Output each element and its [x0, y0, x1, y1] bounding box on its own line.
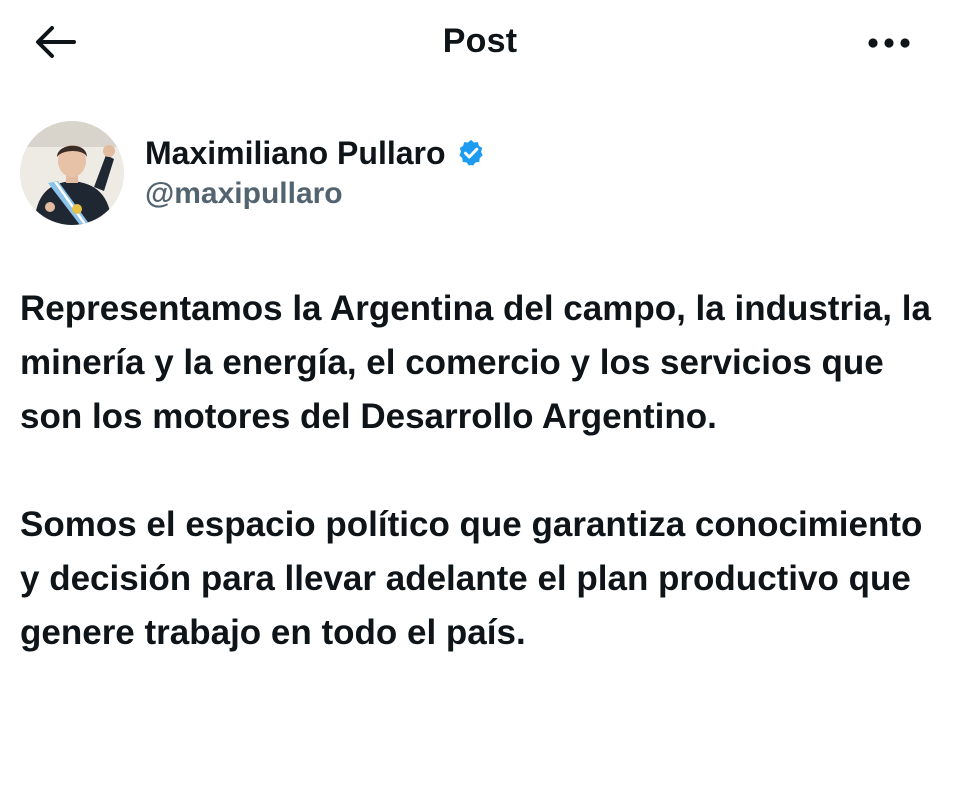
verified-badge-icon[interactable] [456, 138, 486, 168]
avatar[interactable] [20, 121, 124, 225]
post-text: Representamos la Argentina del campo, la… [20, 282, 945, 660]
page-title: Post [442, 22, 518, 60]
top-bar: Post [0, 0, 960, 86]
user-handle[interactable]: @maxipullaro [145, 177, 343, 211]
avatar-photo [20, 121, 124, 225]
post-author: Maximiliano Pullaro @maxipullaro [20, 121, 920, 225]
more-options-button[interactable] [860, 22, 918, 64]
display-name[interactable]: Maximiliano Pullaro [145, 135, 446, 172]
display-name-row: Maximiliano Pullaro [145, 131, 486, 175]
post-paragraph: Somos el espacio político que garantiza … [20, 505, 923, 652]
post-paragraph: Representamos la Argentina del campo, la… [20, 289, 931, 436]
more-horizontal-icon [868, 38, 910, 48]
